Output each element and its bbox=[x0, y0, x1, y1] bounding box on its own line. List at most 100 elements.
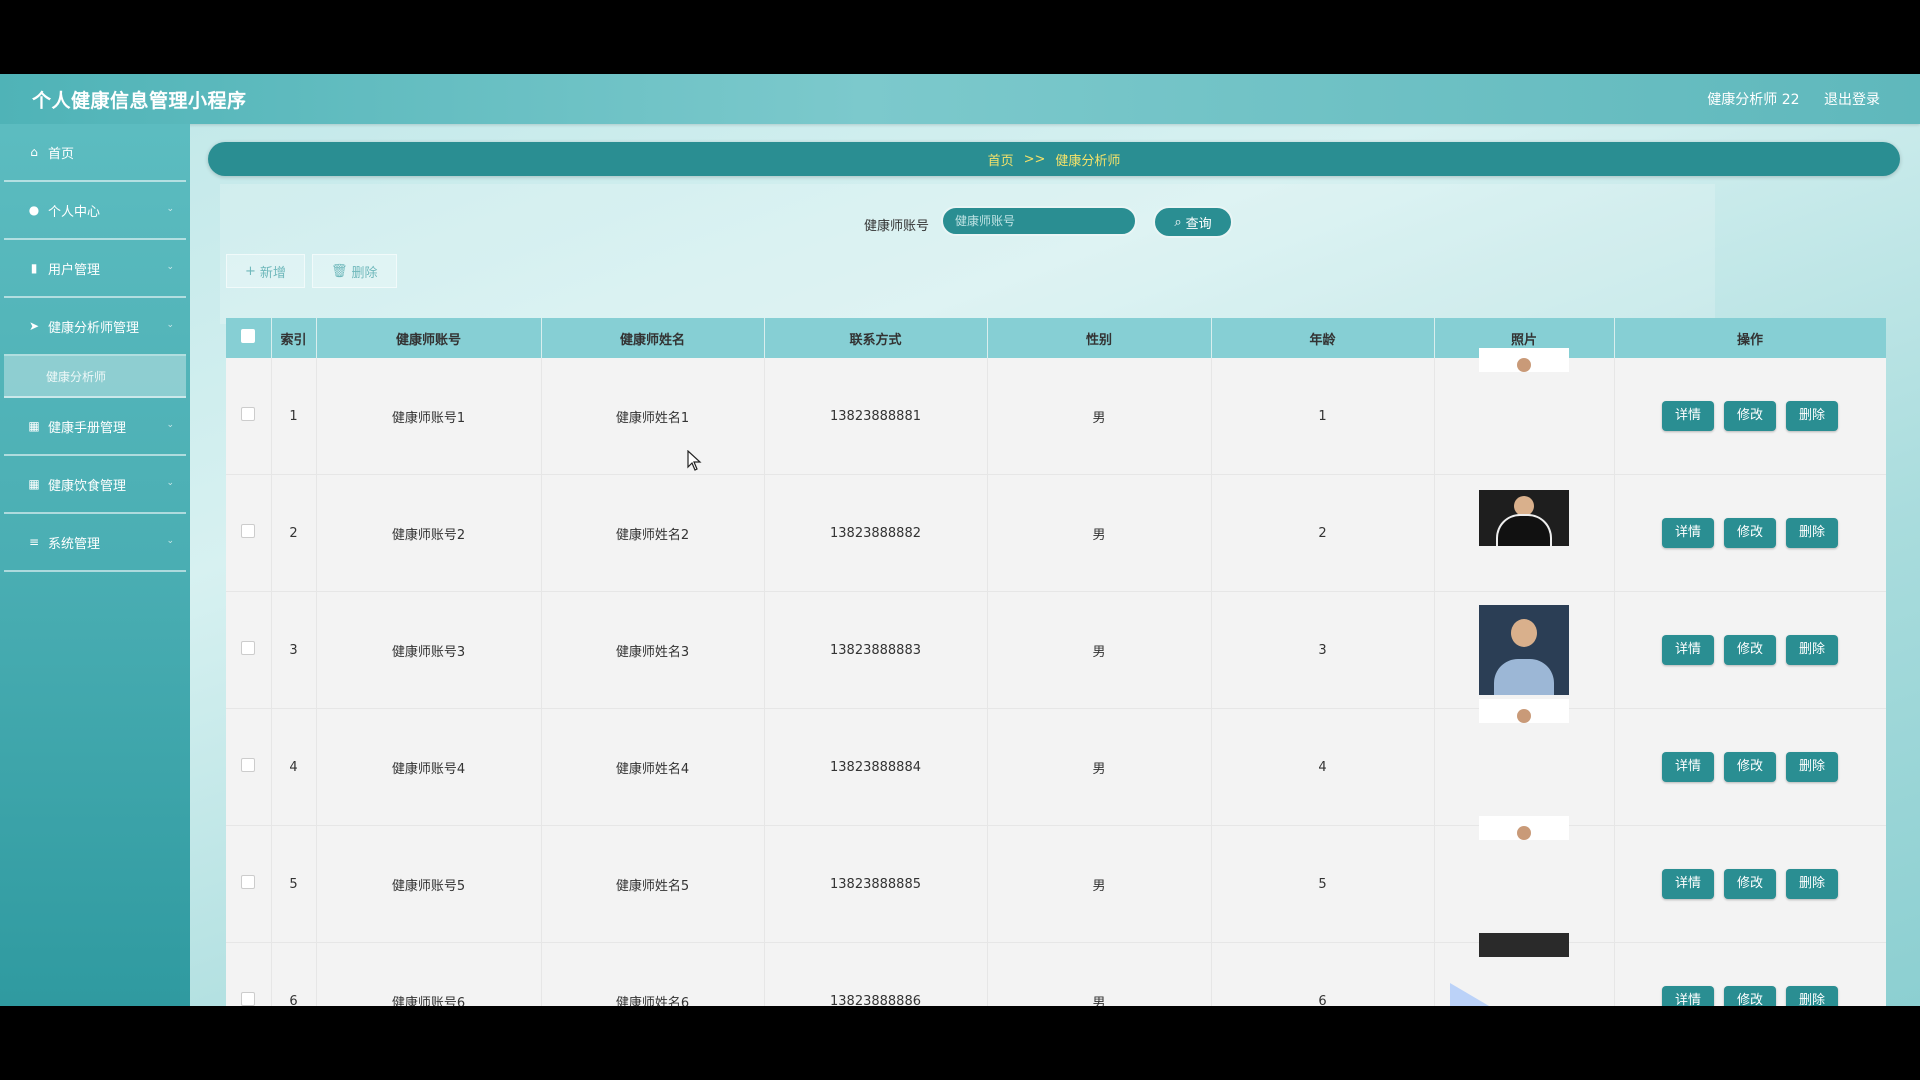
search-form: 健康师账号 ⌕ 查询 bbox=[190, 206, 1890, 240]
photo-head bbox=[1517, 358, 1531, 372]
grid-icon: ▦ bbox=[28, 477, 40, 491]
analyst-photo bbox=[1479, 933, 1569, 957]
cell-account: 健康师账号6 bbox=[316, 942, 542, 1006]
submenu-item-analyst[interactable]: 健康分析师 bbox=[4, 356, 186, 398]
table-header-row: 索引 健康师账号 健康师姓名 联系方式 性别 年龄 照片 操作 bbox=[226, 318, 1886, 358]
delete-button[interactable]: 删除 bbox=[1786, 518, 1838, 548]
analyst-photo bbox=[1479, 816, 1569, 840]
edit-button[interactable]: 修改 bbox=[1724, 635, 1776, 665]
table-row: 4 健康师账号4 健康师姓名4 13823888884 男 4 详情 修改 删除 bbox=[226, 699, 1886, 826]
search-label: 健康师账号 bbox=[864, 219, 930, 234]
row-checkbox[interactable] bbox=[241, 875, 256, 889]
detail-button[interactable]: 详情 bbox=[1662, 635, 1714, 665]
row-checkbox[interactable] bbox=[241, 758, 256, 772]
detail-button[interactable]: 详情 bbox=[1662, 518, 1714, 548]
row-checkbox[interactable] bbox=[241, 992, 256, 1006]
row-checkbox[interactable] bbox=[241, 641, 256, 655]
sidebar-item-label: 系统管理 bbox=[48, 536, 101, 552]
search-icon: ⌕ bbox=[1174, 214, 1182, 230]
cell-photo bbox=[1434, 933, 1615, 1006]
cell-name: 健康师姓名1 bbox=[541, 358, 765, 475]
logout-button[interactable]: 退出登录 bbox=[1824, 92, 1880, 108]
cell-gender: 男 bbox=[987, 825, 1212, 943]
chevron-down-icon: ⌄ bbox=[166, 204, 174, 214]
sidebar-item-analyst-management[interactable]: ➤ 健康分析师管理 ⌄ bbox=[4, 298, 186, 356]
column-header: 年龄 bbox=[1211, 318, 1435, 358]
detail-button[interactable]: 详情 bbox=[1662, 752, 1714, 782]
cell-gender: 男 bbox=[987, 942, 1212, 1006]
edit-button[interactable]: 修改 bbox=[1724, 869, 1776, 899]
action-toolbar: + 新增 🗑 删除 bbox=[226, 254, 399, 288]
batch-delete-button-label: 删除 bbox=[351, 265, 378, 281]
sidebar-item-home[interactable]: ⌂ 首页 bbox=[4, 124, 186, 182]
cell-phone: 13823888886 bbox=[764, 942, 988, 1006]
cell-phone: 13823888884 bbox=[764, 708, 988, 826]
cell-index: 4 bbox=[271, 708, 317, 826]
cell-actions: 详情 修改 删除 bbox=[1614, 591, 1886, 709]
cell-index: 5 bbox=[271, 825, 317, 943]
sidebar-item-personal-center[interactable]: ● 个人中心 ⌄ bbox=[4, 182, 186, 240]
data-table: 索引 健康师账号 健康师姓名 联系方式 性别 年龄 照片 操作 1 健康师账号1… bbox=[226, 318, 1886, 1006]
select-all-cell[interactable] bbox=[226, 318, 272, 358]
analyst-photo bbox=[1479, 348, 1569, 372]
sidebar-item-label: 首页 bbox=[48, 146, 75, 162]
search-button[interactable]: ⌕ 查询 bbox=[1153, 206, 1233, 238]
cell-index: 2 bbox=[271, 474, 317, 592]
delete-button[interactable]: 删除 bbox=[1786, 635, 1838, 665]
clipboard-icon: ▮ bbox=[30, 261, 38, 275]
cell-gender: 男 bbox=[987, 591, 1212, 709]
chevron-down-icon: ⌄ bbox=[166, 262, 174, 272]
trash-icon: 🗑 bbox=[331, 263, 348, 279]
batch-delete-button[interactable]: 🗑 删除 bbox=[312, 254, 397, 288]
detail-button[interactable]: 详情 bbox=[1662, 869, 1714, 899]
edit-button[interactable]: 修改 bbox=[1724, 401, 1776, 431]
plus-icon: + bbox=[245, 263, 256, 279]
list-icon: ≡ bbox=[28, 535, 40, 549]
sidebar-item-label: 健康分析师管理 bbox=[48, 320, 140, 336]
row-checkbox[interactable] bbox=[241, 524, 256, 538]
cell-phone: 13823888881 bbox=[764, 358, 988, 475]
search-input[interactable] bbox=[941, 206, 1137, 236]
cell-actions: 详情 修改 删除 bbox=[1614, 358, 1886, 475]
detail-button[interactable]: 详情 bbox=[1662, 401, 1714, 431]
cell-phone: 13823888885 bbox=[764, 825, 988, 943]
current-user[interactable]: 健康分析师 22 bbox=[1707, 92, 1799, 108]
cell-account: 健康师账号4 bbox=[316, 708, 542, 826]
sidebar-item-handbook-management[interactable]: ▦ 健康手册管理 ⌄ bbox=[4, 398, 186, 456]
top-bar: 个人健康信息管理小程序 健康分析师 22 退出登录 bbox=[0, 74, 1920, 124]
analyst-photo bbox=[1479, 490, 1569, 546]
cell-photo bbox=[1434, 591, 1615, 709]
cell-gender: 男 bbox=[987, 708, 1212, 826]
photo-body bbox=[1494, 659, 1554, 695]
row-checkbox[interactable] bbox=[241, 407, 256, 421]
user-area: 健康分析师 22 退出登录 bbox=[1687, 89, 1880, 109]
paper-plane-icon: ➤ bbox=[28, 319, 40, 333]
add-button[interactable]: + 新增 bbox=[226, 254, 305, 288]
sidebar-item-user-management[interactable]: ▮ 用户管理 ⌄ bbox=[4, 240, 186, 298]
select-all-checkbox[interactable] bbox=[241, 329, 256, 343]
photo-head bbox=[1514, 496, 1534, 516]
cell-name: 健康师姓名3 bbox=[541, 591, 765, 709]
cell-age: 3 bbox=[1211, 591, 1435, 709]
detail-button[interactable]: 详情 bbox=[1662, 986, 1714, 1006]
delete-button[interactable]: 删除 bbox=[1786, 401, 1838, 431]
table-row: 5 健康师账号5 健康师姓名5 13823888885 男 5 详情 修改 删除 bbox=[226, 816, 1886, 943]
edit-button[interactable]: 修改 bbox=[1724, 986, 1776, 1006]
sidebar-item-diet-management[interactable]: ▦ 健康饮食管理 ⌄ bbox=[4, 456, 186, 514]
delete-button[interactable]: 删除 bbox=[1786, 986, 1838, 1006]
sidebar-item-label: 健康饮食管理 bbox=[48, 478, 127, 494]
breadcrumb-separator: >> bbox=[1023, 151, 1046, 167]
add-button-label: 新增 bbox=[259, 265, 286, 281]
sidebar-item-system-management[interactable]: ≡ 系统管理 ⌄ bbox=[4, 514, 186, 572]
edit-button[interactable]: 修改 bbox=[1724, 752, 1776, 782]
breadcrumb-current: 健康分析师 bbox=[1055, 153, 1121, 169]
sidebar: ⌂ 首页 ● 个人中心 ⌄ ▮ 用户管理 ⌄ ➤ 健康分析师管理 ⌄ 健康分析师… bbox=[0, 124, 190, 1006]
app-title: 个人健康信息管理小程序 bbox=[32, 90, 247, 112]
breadcrumb-home[interactable]: 首页 bbox=[988, 150, 1014, 169]
delete-button[interactable]: 删除 bbox=[1786, 869, 1838, 899]
delete-button[interactable]: 删除 bbox=[1786, 752, 1838, 782]
analyst-photo bbox=[1479, 699, 1569, 723]
edit-button[interactable]: 修改 bbox=[1724, 518, 1776, 548]
column-header: 性别 bbox=[987, 318, 1212, 358]
cell-name: 健康师姓名6 bbox=[541, 942, 765, 1006]
